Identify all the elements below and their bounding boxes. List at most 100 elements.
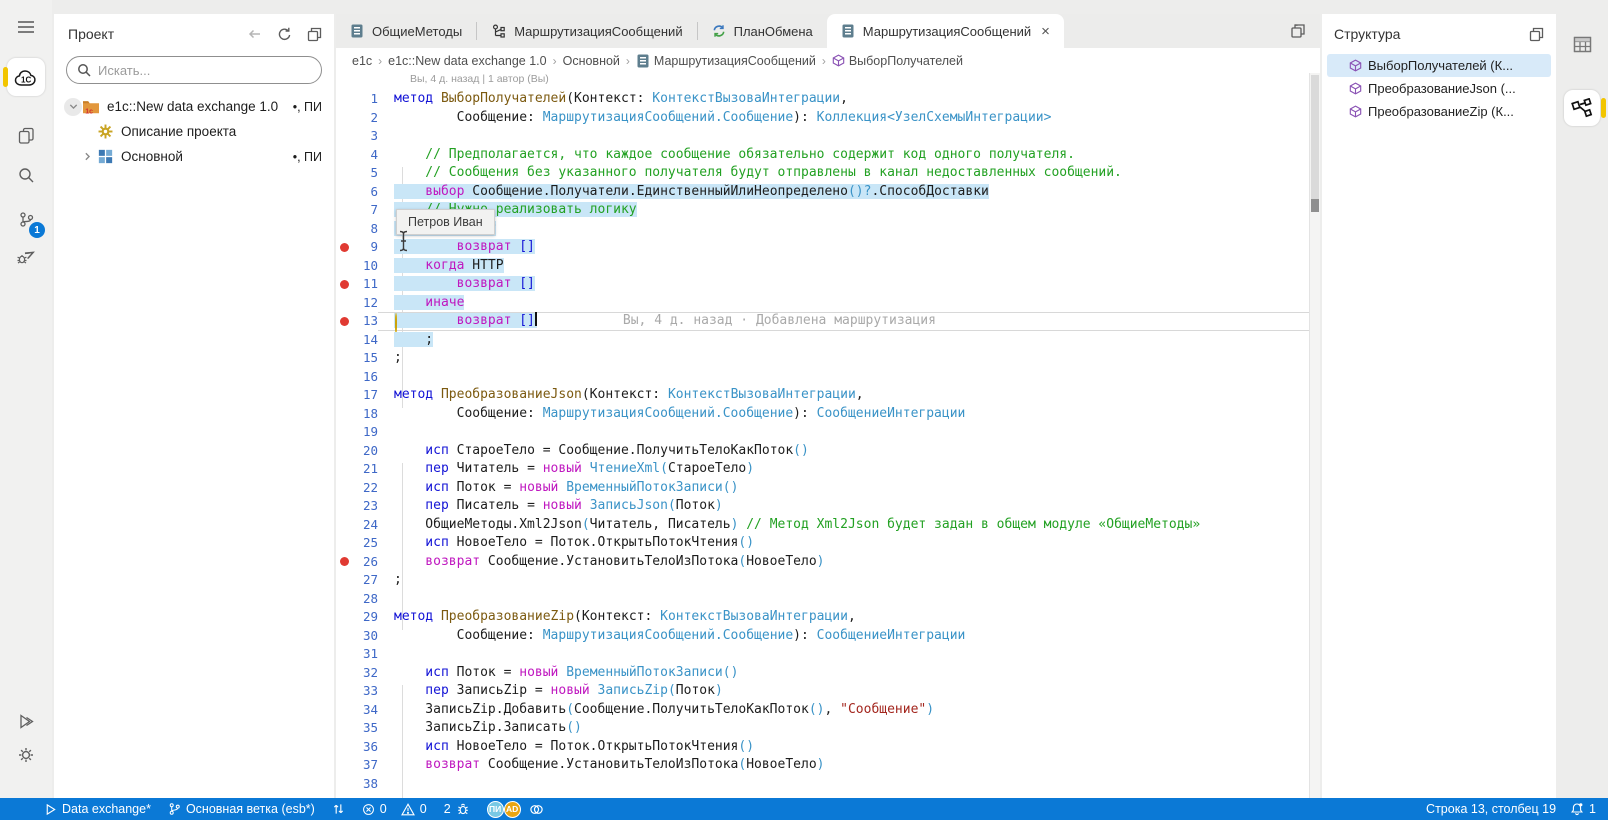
breadcrumb-item[interactable]: e1c (352, 54, 372, 68)
breakpoint-gutter[interactable] (336, 423, 352, 442)
breakpoint-gutter[interactable] (336, 90, 352, 109)
codelens-annotation[interactable]: Вы, 4 д. назад | 1 автор (Вы) (336, 73, 1320, 90)
tab-ОбщиеМетоды[interactable]: ОбщиеМетоды (336, 14, 476, 48)
breakpoint-icon[interactable] (339, 242, 349, 252)
code-line-14[interactable]: 14 ; (336, 331, 1320, 350)
breakpoint-gutter[interactable] (336, 460, 352, 479)
breakpoint-gutter[interactable] (336, 497, 352, 516)
breakpoint-gutter[interactable] (336, 719, 352, 738)
notifications-button[interactable]: 1 (1570, 802, 1596, 816)
breadcrumb-item[interactable]: МаршрутизацияСообщений (636, 54, 816, 68)
breakpoint-gutter[interactable] (336, 183, 352, 202)
code-line-29[interactable]: 29 метод ПреобразованиеZip(Контекст: Конт… (336, 608, 1320, 627)
code-line-31[interactable]: 31 (336, 645, 1320, 664)
code-line-10[interactable]: 10 когда HTTP (336, 257, 1320, 276)
restore-editor-button[interactable] (1288, 21, 1308, 41)
sync-button[interactable] (332, 802, 345, 816)
code-line-18[interactable]: 18 Сообщение: МаршрутизацияСообщений.Соо… (336, 405, 1320, 424)
routing-view-button[interactable] (1564, 90, 1606, 126)
code-line-6[interactable]: 6 выбор Сообщение.Получатели.Единственны… (336, 183, 1320, 202)
coediting-button[interactable] (529, 803, 544, 816)
code-line-22[interactable]: 22 исп Поток = новый ВременныйПотокЗапис… (336, 479, 1320, 498)
code-line-37[interactable]: 37 возврат Сообщение.УстановитьТелоИзПот… (336, 756, 1320, 775)
breakpoint-gutter[interactable] (336, 386, 352, 405)
breakpoint-gutter[interactable] (336, 109, 352, 128)
tree-item-Основной[interactable]: Основной •, ПИ (54, 144, 334, 169)
code-line-36[interactable]: 36 исп НовоеТело = Поток.ОткрытьПотокЧте… (336, 738, 1320, 757)
code-line-2[interactable]: 2 Сообщение: МаршрутизацияСообщений.Сооб… (336, 109, 1320, 128)
avatar-ad[interactable]: AD (503, 800, 521, 818)
code-line-4[interactable]: 4 // Предполагается, что каждое сообщени… (336, 146, 1320, 165)
breakpoint-gutter[interactable] (336, 294, 352, 313)
code-line-15[interactable]: 15; (336, 349, 1320, 368)
breakpoint-icon[interactable] (339, 316, 349, 326)
code-line-11[interactable]: 11 возврат [] (336, 275, 1320, 294)
code-line-34[interactable]: 34 ЗаписьZip.Добавить(Сообщение.Получить… (336, 701, 1320, 720)
code-line-5[interactable]: 5 // Сообщения без указанного получателя… (336, 164, 1320, 183)
git-button[interactable]: 1 (9, 202, 45, 238)
chevron-down-icon[interactable] (64, 97, 82, 116)
breakpoint-gutter[interactable] (336, 756, 352, 775)
code-line-38[interactable]: 38 (336, 775, 1320, 794)
structure-item-ПреобразованиеJson[interactable]: ПреобразованиеJson (... (1327, 77, 1551, 100)
run-button[interactable] (9, 704, 43, 738)
breakpoint-gutter[interactable] (336, 682, 352, 701)
breakpoint-gutter[interactable] (336, 164, 352, 183)
files-button[interactable] (9, 118, 43, 152)
breakpoint-gutter[interactable] (336, 645, 352, 664)
back-button[interactable] (244, 24, 264, 44)
code-line-25[interactable]: 25 исп НовоеТело = Поток.ОткрытьПотокЧте… (336, 534, 1320, 553)
breakpoint-gutter[interactable] (336, 627, 352, 646)
code-line-13[interactable]: 13 возврат [] Вы, 4 д. назад · Добавлена … (336, 312, 1320, 334)
code-line-21[interactable]: 21 пер Читатель = новый ЧтениеXml(Старое… (336, 460, 1320, 479)
structure-item-ПреобразованиеZip[interactable]: ПреобразованиеZip (К... (1327, 100, 1551, 123)
collaborators[interactable]: ПИ AD (486, 800, 521, 818)
table-view-button[interactable] (1564, 26, 1600, 62)
open-new-window-button[interactable] (304, 24, 324, 44)
breakpoint-gutter[interactable] (336, 738, 352, 757)
breakpoint-gutter[interactable] (336, 331, 352, 350)
code-line-24[interactable]: 24 ОбщиеМетоды.Xml2Json(Читатель, Писате… (336, 516, 1320, 535)
avatar-pi[interactable]: ПИ (486, 800, 504, 818)
breadcrumb-item[interactable]: ВыборПолучателей (832, 54, 963, 68)
tree-item-e1c::New data exchange 1.0[interactable]: 1c e1c::New data exchange 1.0 •, ПИ (54, 94, 334, 119)
code-line-17[interactable]: 17 метод ПреобразованиеJson(Контекст: Кон… (336, 386, 1320, 405)
tab-ПланОбмена[interactable]: ПланОбмена (698, 14, 827, 48)
breadcrumb-item[interactable]: Основной (563, 54, 620, 68)
code-line-20[interactable]: 20 исп СтароеТело = Сообщение.ПолучитьТе… (336, 442, 1320, 461)
breakpoint-gutter[interactable] (336, 368, 352, 387)
breakpoint-icon[interactable] (339, 557, 349, 567)
scrollbar-thumb[interactable] (1311, 75, 1319, 203)
refresh-button[interactable] (274, 24, 294, 44)
code-line-35[interactable]: 35 ЗаписьZip.Записать() (336, 719, 1320, 738)
code-line-30[interactable]: 30 Сообщение: МаршрутизацияСообщений.Соо… (336, 627, 1320, 646)
run-configuration-button[interactable]: Data exchange* (44, 802, 151, 816)
code-line-12[interactable]: 12 иначе (336, 294, 1320, 313)
code-line-16[interactable]: 16 (336, 368, 1320, 387)
breakpoint-gutter[interactable] (336, 571, 352, 590)
code-line-28[interactable]: 28 (336, 590, 1320, 609)
breakpoint-gutter[interactable] (336, 534, 352, 553)
breakpoint-gutter[interactable] (336, 220, 352, 239)
code-line-23[interactable]: 23 пер Писатель = новый ЗаписьJson(Поток… (336, 497, 1320, 516)
breakpoint-gutter[interactable] (336, 349, 352, 368)
breakpoint-gutter[interactable] (336, 201, 352, 220)
tree-item-Описание проекта[interactable]: Описание проекта (54, 119, 334, 144)
breakpoint-gutter[interactable] (336, 405, 352, 424)
code-line-32[interactable]: 32 исп Поток = новый ВременныйПотокЗапис… (336, 664, 1320, 683)
git-branch-button[interactable]: Основная ветка (esb*) (168, 802, 315, 816)
problems-button[interactable]: 0 0 (362, 802, 427, 816)
code-line-19[interactable]: 19 (336, 423, 1320, 442)
menu-button[interactable] (9, 10, 43, 44)
open-new-window-button[interactable] (1526, 24, 1546, 44)
search-input[interactable] (98, 62, 298, 78)
breadcrumb-item[interactable]: e1c::New data exchange 1.0 (388, 54, 546, 68)
quick-fix-lightbulb-icon[interactable] (395, 313, 406, 334)
settings-button[interactable] (9, 738, 43, 772)
breakpoint-gutter[interactable] (336, 553, 352, 572)
breakpoint-gutter[interactable] (336, 146, 352, 165)
tab-МаршрутизацияСообщений[interactable]: МаршрутизацияСообщений (477, 14, 696, 48)
breakpoint-gutter[interactable] (336, 608, 352, 627)
breakpoint-gutter[interactable] (336, 275, 352, 294)
workspace-1c-button[interactable]: 1С (3, 58, 45, 96)
